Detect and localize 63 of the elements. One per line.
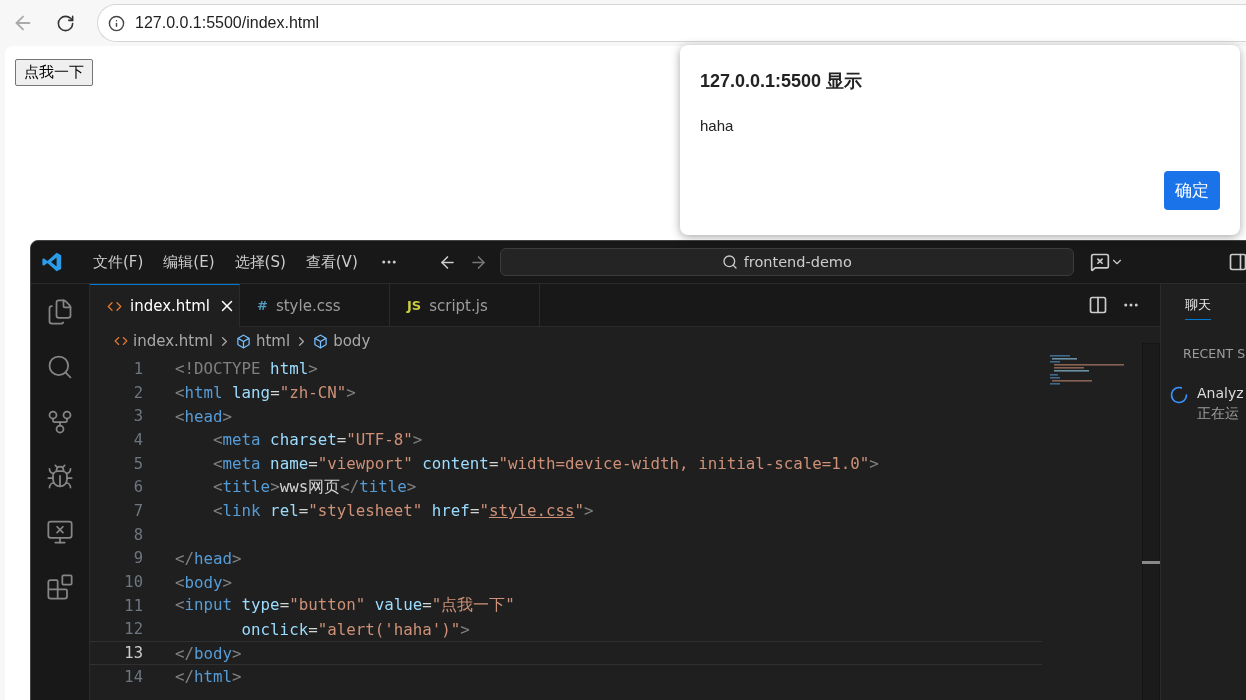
line-number: 1 xyxy=(132,359,144,378)
code-line: <link rel="stylesheet" href="style.css"> xyxy=(212,501,594,521)
section-header: RECENT S xyxy=(1183,346,1246,361)
code-line: <body> xyxy=(175,572,233,592)
source-control-icon[interactable] xyxy=(46,408,74,436)
cube-icon xyxy=(313,333,329,349)
line-number: 12 xyxy=(123,620,144,639)
line-number: 6 xyxy=(132,478,144,497)
command-search-field[interactable]: frontend-demo xyxy=(499,248,1074,276)
code-line: onclick="alert('haha')"> xyxy=(240,619,470,639)
menu-item[interactable]: 文件(F) xyxy=(83,252,154,272)
code-line: </html> xyxy=(175,667,242,687)
breadcrumb-item[interactable]: index.html xyxy=(114,332,213,350)
remote-icon[interactable] xyxy=(46,518,74,546)
panel-icon[interactable] xyxy=(1227,252,1246,272)
session-status: 正在运 xyxy=(1197,405,1240,423)
js-icon: JS xyxy=(407,298,422,313)
code-line: </head> xyxy=(175,548,242,568)
line-number: 14 xyxy=(123,667,144,686)
chat-icon[interactable] xyxy=(1089,252,1110,272)
code-line: <head> xyxy=(175,406,233,426)
search-icon[interactable] xyxy=(46,353,74,381)
page-button[interactable]: 点我一下 xyxy=(15,59,93,86)
line-number: 3 xyxy=(132,407,144,426)
breadcrumb-item[interactable]: html xyxy=(236,332,291,350)
hash-icon: # xyxy=(257,298,268,313)
code-line: <input type="button" value="点我一下" xyxy=(175,595,515,617)
menu-item[interactable]: 查看(V) xyxy=(295,252,368,272)
code-line: <meta name="viewport" content="width=device-width, initial-scale=1.0"> xyxy=(212,454,879,474)
breadcrumb-item[interactable]: body xyxy=(313,332,371,350)
spinner-icon xyxy=(1169,385,1189,405)
dialog-message: haha xyxy=(700,117,735,134)
line-number: 11 xyxy=(123,596,144,615)
line-number: 10 xyxy=(123,573,144,592)
line-number: 2 xyxy=(132,383,144,402)
extensions-icon[interactable] xyxy=(46,573,74,601)
dialog-title: 127.0.0.1:5500 显示 xyxy=(700,70,864,93)
code-line: <meta charset="UTF-8"> xyxy=(212,430,423,450)
line-number: 9 xyxy=(132,549,144,568)
files-icon[interactable] xyxy=(46,298,74,326)
menu-item[interactable]: 编辑(E) xyxy=(153,252,225,272)
line-number: 13 xyxy=(123,644,144,663)
menu-item[interactable]: 选择(S) xyxy=(224,252,296,272)
code-line: <!DOCTYPE html> xyxy=(175,359,318,379)
address-bar[interactable]: 127.0.0.1:5500/index.html xyxy=(97,4,1246,42)
session-title[interactable]: Analyz xyxy=(1197,385,1244,401)
editor-tab[interactable]: index.html xyxy=(90,284,240,327)
panel-tab[interactable]: 聊天 xyxy=(1185,296,1211,320)
cube-icon xyxy=(236,333,251,349)
reload-icon[interactable] xyxy=(56,13,75,33)
app-logo-icon xyxy=(41,251,63,273)
code-line: <html lang="zh-CN"> xyxy=(175,383,356,403)
split-editor-icon[interactable] xyxy=(1088,295,1108,315)
line-number: 8 xyxy=(132,525,144,544)
code-brackets-icon xyxy=(114,334,128,348)
ok-button[interactable]: 确定 xyxy=(1164,171,1220,210)
line-number: 7 xyxy=(132,501,144,520)
code-line: </body> xyxy=(175,643,242,663)
search-icon xyxy=(721,254,738,270)
debug-icon[interactable] xyxy=(46,463,74,491)
code-line: <title>wws网页</title> xyxy=(212,476,417,498)
line-number: 5 xyxy=(132,454,144,473)
line-number: 4 xyxy=(132,430,144,449)
